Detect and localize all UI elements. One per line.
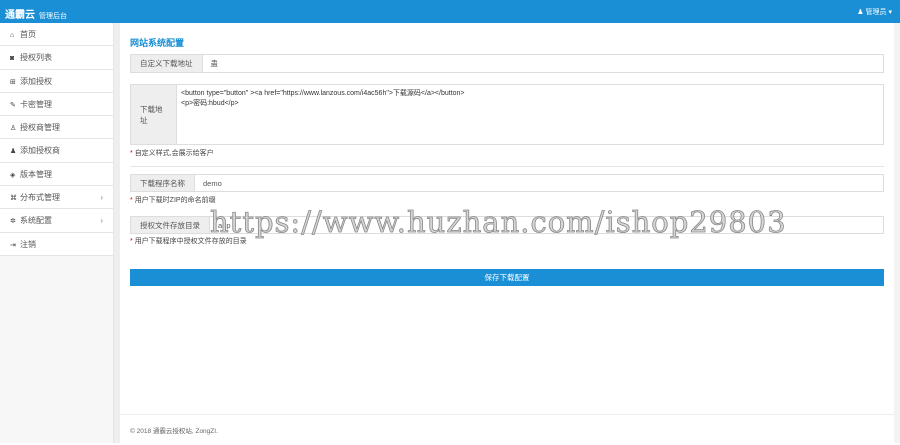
shield-icon: ◙ xyxy=(10,55,15,63)
page-title: 网站系统配置 xyxy=(130,38,185,48)
user-plus-icon: ♟ xyxy=(10,148,17,156)
chevron-right-icon: › xyxy=(100,193,103,203)
sidebar: ⌂ 首页 ◙ 授权列表 ⊞ 添加授权 ✎ 卡密管理 ♙ 授权商管理 ♟ 添加授权商 ◈ 版本管理 ⌘ 分布式管… xyxy=(0,23,114,443)
brand-name: 通霸云 xyxy=(5,10,35,21)
sidebar-item-4[interactable]: ♙ 授权商管理 xyxy=(0,116,113,140)
home-icon: ⌂ xyxy=(10,32,15,39)
save-button[interactable]: 保存下载配置 xyxy=(130,269,884,286)
download-hint: * 自定义样式,会展示给客户 xyxy=(130,150,214,157)
tag-icon: ◈ xyxy=(10,171,16,179)
program-name-hint-text: 用户下载时ZIP的命名前缀 xyxy=(134,197,216,204)
download-hint-text: 自定义样式,会展示给客户 xyxy=(134,150,214,157)
caret-down-icon: ▾ xyxy=(888,9,892,16)
program-name-group: 下载程序名称 demo xyxy=(130,174,884,192)
sidebar-item-8[interactable]: ✲ 系统配置 › xyxy=(0,209,113,233)
auth-dir-hint-text: 用户下载程序中授权文件存放的目录 xyxy=(134,238,247,245)
sidebar-item-6[interactable]: ◈ 版本管理 xyxy=(0,162,113,187)
sidebar-item-label: 分布式管理 xyxy=(20,193,60,203)
sidebar-item-label: 注销 xyxy=(20,239,36,249)
page-scrollbar[interactable] xyxy=(894,23,900,443)
sidebar-item-label: 系统配置 xyxy=(20,216,52,226)
sidebar-item-9[interactable]: ⇥ 注销 xyxy=(0,232,113,256)
program-name-hint: * 用户下载时ZIP的命名前缀 xyxy=(130,197,216,204)
user-name: 管理员 xyxy=(865,9,887,16)
download-label: 下载地址 xyxy=(131,85,177,144)
sidebar-item-label: 授权列表 xyxy=(20,53,52,63)
sidebar-item-label: 版本管理 xyxy=(20,169,52,179)
sidebar-item-0[interactable]: ⌂ 首页 xyxy=(0,23,113,47)
download-group: 下载地址 <button type="button" ><a href="htt… xyxy=(130,84,884,145)
user-icon: ♙ xyxy=(10,125,17,133)
sitemap-icon: ⌘ xyxy=(10,195,17,203)
sidebar-item-2[interactable]: ⊞ 添加授权 xyxy=(0,69,113,93)
user-menu[interactable]: ♟ 管理员 ▾ xyxy=(857,7,892,17)
sidebar-item-label: 添加授权 xyxy=(20,76,52,86)
edit-icon: ✎ xyxy=(10,101,16,109)
footer: © 2018 通霸云授权站, ZongZI. xyxy=(120,414,894,445)
plus-square-icon: ⊞ xyxy=(10,78,16,86)
custom-url-group: 自定义下载地址 蛊 xyxy=(130,54,884,73)
custom-url-input[interactable]: 蛊 xyxy=(203,55,884,72)
divider xyxy=(130,166,884,167)
sidebar-item-label: 卡密管理 xyxy=(20,99,52,109)
user-icon: ♟ xyxy=(857,9,864,16)
brand-subtitle: 管理后台 xyxy=(39,13,67,20)
brand-logo[interactable]: 通霸云 管理后台 xyxy=(5,6,67,21)
sidebar-item-3[interactable]: ✎ 卡密管理 xyxy=(0,92,113,117)
gear-icon: ✲ xyxy=(10,218,16,226)
sidebar-item-7[interactable]: ⌘ 分布式管理 › xyxy=(0,186,113,210)
sidebar-item-label: 授权商管理 xyxy=(20,123,60,133)
program-name-input[interactable]: demo xyxy=(195,175,883,191)
top-bar: 通霸云 管理后台 ♟ 管理员 ▾ xyxy=(0,0,900,23)
watermark: https://www.huzhan.com/ishop29803 xyxy=(210,205,787,240)
chevron-right-icon: › xyxy=(100,216,103,226)
sidebar-item-label: 添加授权商 xyxy=(20,146,60,156)
custom-url-label: 自定义下载地址 xyxy=(131,55,203,72)
sidebar-item-5[interactable]: ♟ 添加授权商 xyxy=(0,139,113,163)
sign-out-icon: ⇥ xyxy=(10,241,16,249)
download-textarea[interactable]: <button type="button" ><a href="https://… xyxy=(177,85,883,144)
sidebar-item-label: 首页 xyxy=(20,30,36,39)
program-name-label: 下载程序名称 xyxy=(131,175,195,191)
auth-dir-label: 授权文件存放目录 xyxy=(131,217,210,233)
sidebar-item-1[interactable]: ◙ 授权列表 xyxy=(0,46,113,70)
